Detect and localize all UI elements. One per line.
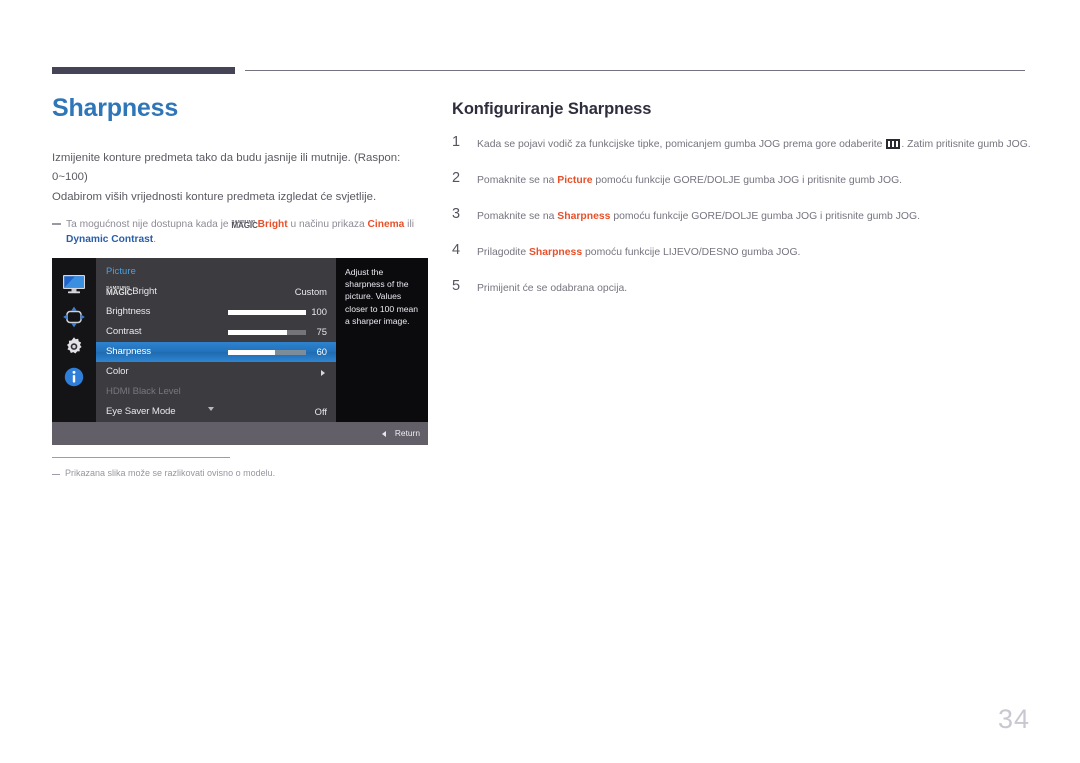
osd-slider-sharpness[interactable] [228,350,306,355]
osd-row-value: 75 [316,326,327,337]
step-text-pre: Kada se pojavi vodič za funkcijske tipke… [477,139,886,150]
step-text: Pomaknite se na Picture pomoću funkcije … [477,173,1032,189]
magicbright-logo: SAMSUNG MAGIC [106,286,133,297]
section-title: Konfiguriranje Sharpness [452,100,652,118]
osd-row-color[interactable]: Color [96,362,336,382]
step-text-pre: Pomaknite se na [477,211,558,222]
bright-wordmark: Bright [257,219,288,231]
note-keyword-cinema: Cinema [367,219,405,231]
information-icon[interactable] [61,364,87,390]
menu-icon [886,139,901,149]
osd-row-contrast[interactable]: Contrast 75 [96,322,336,342]
osd-row-label: Sharpness [106,346,151,357]
step-text: Primijenit će se odabrana opcija. [477,281,1032,297]
step-keyword-picture: Picture [557,175,593,186]
header-rule-thick [52,67,235,74]
left-column: Sharpness Izmijenite konture predmeta ta… [52,94,432,281]
step-item-1: 1 Kada se pojavi vodič za funkcijske tip… [452,134,1032,155]
magic-wordmark: MAGIC [231,221,258,231]
osd-slider-fill [228,310,306,315]
screen-adjust-icon[interactable] [61,304,87,330]
step-text-post: . Zatim pritisnite gumb JOG. [901,139,1031,150]
step-item-3: 3 Pomaknite se na Sharpness pomoću funkc… [452,206,1032,227]
step-text: Prilagodite Sharpness pomoću funkcije LI… [477,245,1032,261]
osd-row-hdmi-black-level: HDMI Black Level [96,382,336,402]
step-item-5: 5 Primijenit će se odabrana opcija. [452,278,1032,299]
osd-row-sharpness[interactable]: Sharpness 60 [96,342,336,362]
osd-footer-bar: Return [52,422,428,445]
step-text-pre: Prilagodite [477,247,529,258]
step-number: 1 [452,134,461,150]
footnote-rule [52,457,230,459]
step-text-post: pomoću funkcije GORE/DOLJE gumba JOG i p… [592,175,903,186]
magicbright-logo: SAMSUNG MAGIC [231,219,258,231]
step-text-post: pomoću funkcije GORE/DOLJE gumba JOG i p… [610,211,920,222]
osd-slider-fill [228,350,275,355]
osd-menu-panel: Picture SAMSUNG MAGIC Bright Custom Bright… [96,258,336,422]
header-rule-thin [245,70,1025,71]
page-title: Sharpness [52,94,179,122]
chevron-right-icon [321,370,325,376]
note-text-post: . [153,234,157,246]
magic-wordmark: MAGIC [106,288,133,297]
osd-return-label[interactable]: Return [395,428,420,438]
osd-row-magicbright[interactable]: SAMSUNG MAGIC Bright Custom [96,282,336,302]
step-text: Pomaknite se na Sharpness pomoću funkcij… [477,209,1032,225]
osd-row-label: Contrast [106,326,142,337]
display-icon[interactable] [61,271,87,297]
osd-menu-title: Picture [106,265,136,276]
step-item-4: 4 Prilagodite Sharpness pomoću funkcije … [452,242,1032,263]
page-number: 34 [997,704,1030,734]
osd-help-text: Adjust the sharpness of the picture. Val… [345,267,419,326]
step-keyword-sharpness: Sharpness [557,211,611,222]
body-paragraph-2: Odabirom viših vrijednosti konture predm… [52,190,377,203]
osd-row-value: Off [314,406,327,417]
osd-row-brightness[interactable]: Brightness 100 [96,302,336,322]
step-number: 3 [452,206,461,222]
step-text-pre: Primijenit će se odabrana opcija. [477,283,628,294]
osd-slider-contrast[interactable] [228,330,306,335]
note-text-pre: Ta mogućnost nije dostupna kada je [66,219,232,231]
return-arrow-icon [382,431,386,437]
settings-gear-icon[interactable] [61,334,87,360]
step-text: Kada se pojavi vodič za funkcijske tipke… [477,137,1032,153]
osd-row-label: Brightness [106,306,151,317]
step-number: 5 [452,278,461,294]
note-item: Ta mogućnost nije dostupna kada je SAMSU… [52,217,432,247]
bright-wordmark: Bright [132,286,157,297]
footnote-dash-icon [52,474,60,476]
osd-row-label: SAMSUNG MAGIC Bright [106,286,157,297]
osd-row-label: Eye Saver Mode [106,406,176,417]
osd-row-value: Custom [294,286,327,297]
note-keyword-dynamic-contrast: Dynamic Contrast [66,234,154,246]
osd-row-label: HDMI Black Level [106,386,181,397]
osd-row-value: 60 [316,346,327,357]
manual-page: Sharpness Izmijenite konture predmeta ta… [0,0,1080,763]
note-dash-icon [52,223,61,225]
step-number: 2 [452,170,461,186]
footnote-text: Prikazana slika može se razlikovati ovis… [65,468,276,478]
osd-slider-brightness[interactable] [228,310,306,315]
note-text-conj: ili [404,219,414,231]
body-paragraph-1: Izmijenite konture predmeta tako da budu… [52,151,401,184]
step-keyword-sharpness: Sharpness [528,247,583,258]
osd-row-eye-saver-mode[interactable]: Eye Saver Mode Off [96,402,336,422]
osd-slider-fill [228,330,287,335]
step-text-post: pomoću funkcije LIJEVO/DESNO gumba JOG. [582,247,801,258]
osd-sidebar [52,258,96,422]
chevron-down-icon[interactable] [208,407,214,411]
osd-row-value: 100 [311,306,327,317]
step-text-pre: Pomaknite se na [477,175,558,186]
osd-help-panel: Adjust the sharpness of the picture. Val… [336,258,428,422]
step-number: 4 [452,242,461,258]
osd-screenshot: Picture SAMSUNG MAGIC Bright Custom Bright… [52,258,428,445]
osd-row-label: Color [106,366,129,377]
note-text-mid: u načinu prikaza [287,219,368,231]
right-column: Konfiguriranje Sharpness 1 Kada se pojav… [452,100,1032,317]
footnote: Prikazana slika može se razlikovati ovis… [52,468,275,478]
step-item-2: 2 Pomaknite se na Picture pomoću funkcij… [452,170,1032,191]
